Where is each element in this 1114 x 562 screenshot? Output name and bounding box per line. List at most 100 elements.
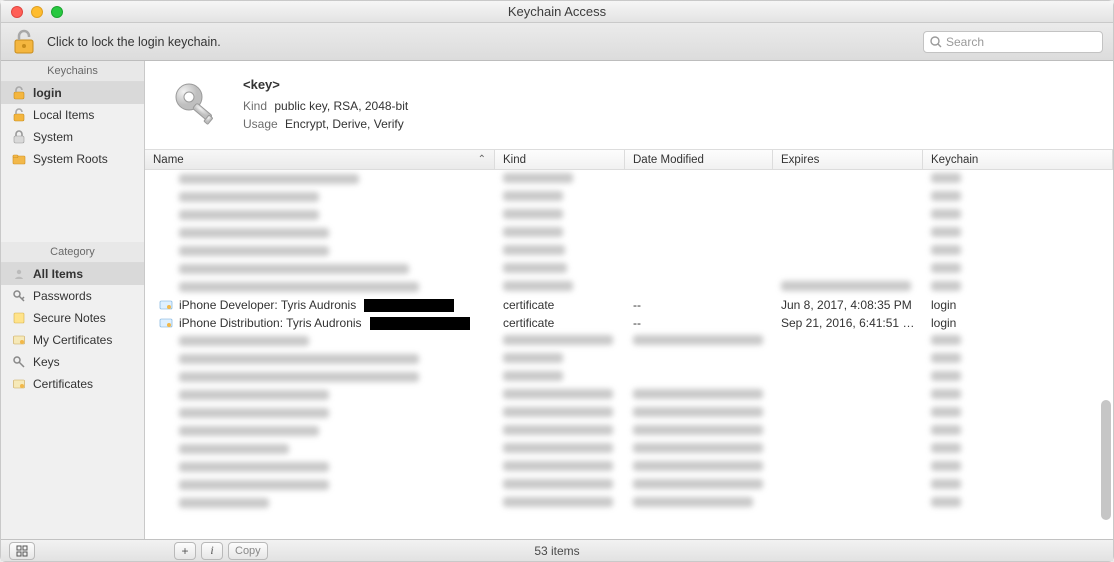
sidebar-item-certificates[interactable]: Certificates [1,373,144,395]
copy-button[interactable]: Copy [228,542,268,560]
table-header: Name ⌃ Kind Date Modified Expires Keycha… [145,150,1113,170]
grid-icon [16,545,28,557]
table-row[interactable] [145,206,1113,224]
titlebar: Keychain Access [1,1,1113,23]
detail-kind-label: Kind [243,99,267,113]
info-button[interactable]: i [201,542,223,560]
table-row[interactable] [145,422,1113,440]
traffic-lights [11,6,63,18]
table-row[interactable] [145,332,1113,350]
scrollbar-thumb[interactable] [1101,400,1111,520]
column-header-date[interactable]: Date Modified [625,150,773,169]
sidebar-item-system-roots[interactable]: System Roots [1,148,144,170]
row-name: iPhone Developer: Tyris Audronis [179,298,356,312]
search-placeholder: Search [946,35,984,49]
row-date: -- [625,298,773,312]
main-pane: <key> Kind public key, RSA, 2048-bit Usa… [145,61,1113,539]
row-date: -- [625,316,773,330]
sidebar-item-local-items[interactable]: Local Items [1,104,144,126]
table-body[interactable]: iPhone Developer: Tyris Audronis certifi… [145,170,1113,539]
row-kind: certificate [495,316,625,330]
column-header-expires[interactable]: Expires [773,150,923,169]
table-row[interactable] [145,440,1113,458]
item-count: 53 items [1,544,1113,558]
table-row[interactable] [145,350,1113,368]
person-icon [11,266,27,282]
key-icon [167,75,227,135]
detail-title: <key> [243,75,408,95]
unlock-icon [11,85,27,101]
sidebar-header-keychains: Keychains [1,61,144,82]
table-row[interactable] [145,494,1113,512]
table-row[interactable] [145,260,1113,278]
row-expires: Jun 8, 2017, 4:08:35 PM [773,298,923,312]
table-row[interactable] [145,368,1113,386]
row-kind: certificate [495,298,625,312]
info-icon: i [210,543,213,558]
minimize-button[interactable] [31,6,43,18]
sidebar-item-label: All Items [33,267,83,281]
close-button[interactable] [11,6,23,18]
table-row[interactable] [145,224,1113,242]
sidebar-item-all-items[interactable]: All Items [1,263,144,285]
add-button[interactable]: + [174,542,196,560]
sidebar-item-label: login [33,86,62,100]
sidebar-item-label: My Certificates [33,333,112,347]
body: Keychains login Local Items System Syste… [1,61,1113,539]
detail-usage-label: Usage [243,117,278,131]
sidebar-header-category: Category [1,242,144,263]
sidebar-item-login[interactable]: login [1,82,144,104]
sidebar-item-passwords[interactable]: Passwords [1,285,144,307]
sidebar-item-system[interactable]: System [1,126,144,148]
redacted-block [364,299,454,312]
detail-usage-value: Encrypt, Derive, Verify [285,117,404,131]
cert-icon [11,376,27,392]
detail-kind-row: Kind public key, RSA, 2048-bit [243,97,408,115]
sidebar-item-keys[interactable]: Keys [1,351,144,373]
cert-icon [159,316,173,330]
cert-icon [11,332,27,348]
table-row[interactable] [145,188,1113,206]
row-keychain: login [923,298,1113,312]
sidebar-item-label: Certificates [33,377,93,391]
table-row[interactable] [145,458,1113,476]
detail-usage-row: Usage Encrypt, Derive, Verify [243,115,408,133]
table-row[interactable] [145,242,1113,260]
maximize-button[interactable] [51,6,63,18]
search-input[interactable]: Search [923,31,1103,53]
category-list: All Items Passwords Secure Notes My Cert… [1,263,144,395]
sidebar-item-label: Passwords [33,289,92,303]
column-header-name[interactable]: Name ⌃ [145,150,495,169]
window-title: Keychain Access [1,4,1113,19]
table-row[interactable]: iPhone Developer: Tyris Audronis certifi… [145,296,1113,314]
column-header-keychain[interactable]: Keychain [923,150,1113,169]
sidebar-item-label: System Roots [33,152,108,166]
sidebar-item-secure-notes[interactable]: Secure Notes [1,307,144,329]
row-keychain: login [923,316,1113,330]
plus-icon: + [181,544,188,558]
table-row[interactable] [145,170,1113,188]
table-row[interactable]: iPhone Distribution: Tyris Audronis cert… [145,314,1113,332]
detail-kind-value: public key, RSA, 2048-bit [274,99,408,113]
detail-pane: <key> Kind public key, RSA, 2048-bit Usa… [145,61,1113,150]
sidebar-item-my-certificates[interactable]: My Certificates [1,329,144,351]
table-row[interactable] [145,404,1113,422]
sidebar-item-label: Local Items [33,108,94,122]
unlock-icon [11,107,27,123]
view-toggle-button[interactable] [9,542,35,560]
key-icon [11,354,27,370]
table-row[interactable] [145,476,1113,494]
table-row[interactable] [145,386,1113,404]
sidebar-item-label: Keys [33,355,60,369]
table-row[interactable] [145,278,1113,296]
cert-icon [159,298,173,312]
lock-icon[interactable] [11,28,37,56]
sidebar: Keychains login Local Items System Syste… [1,61,145,539]
redacted-block [370,317,470,330]
search-icon [930,36,942,48]
keychains-list: login Local Items System System Roots [1,82,144,170]
lock-hint-text: Click to lock the login keychain. [47,35,923,49]
toolbar: Click to lock the login keychain. Search [1,23,1113,61]
note-icon [11,310,27,326]
column-header-kind[interactable]: Kind [495,150,625,169]
